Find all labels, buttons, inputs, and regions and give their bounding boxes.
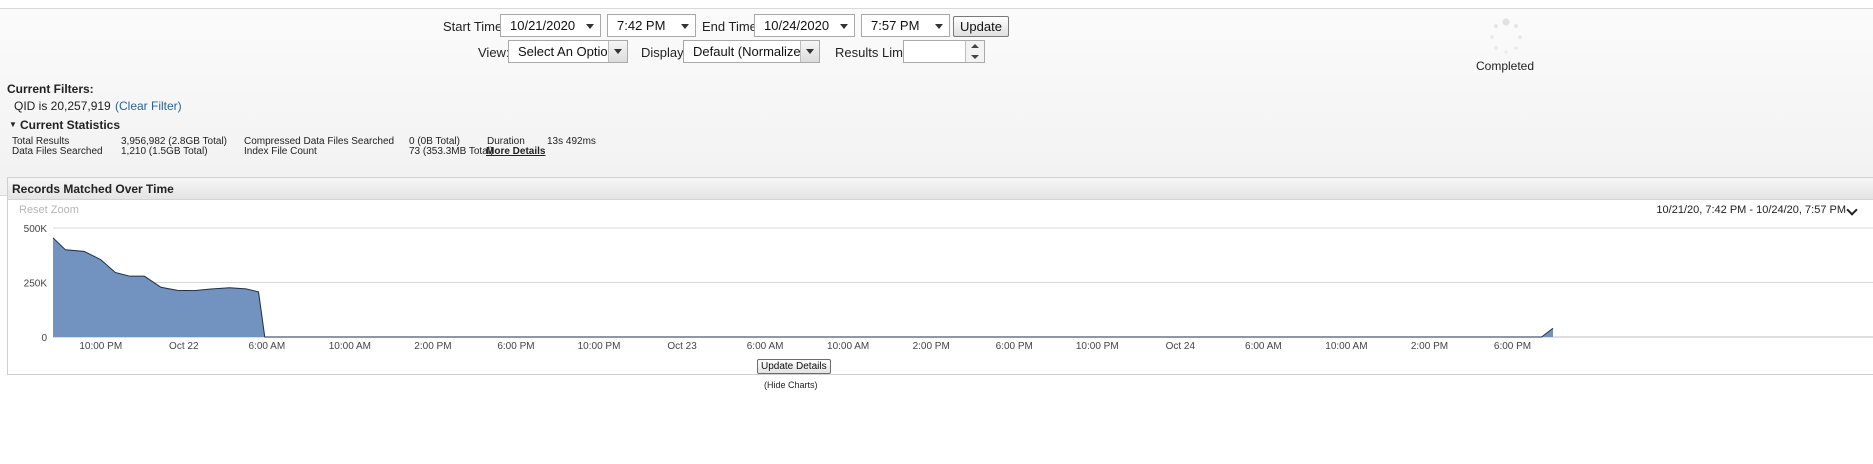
area-line xyxy=(52,237,1554,338)
x-tick-label: Oct 23 xyxy=(667,341,697,352)
x-tick-label: 2:00 PM xyxy=(414,341,451,352)
x-tick-label: 6:00 AM xyxy=(1245,341,1282,352)
x-tick-label: 6:00 PM xyxy=(1494,341,1531,352)
x-tick-label: 2:00 PM xyxy=(1411,341,1448,352)
x-tick-label: 2:00 PM xyxy=(913,341,950,352)
hide-charts-link[interactable]: (Hide Charts) xyxy=(764,380,818,390)
chart-series xyxy=(52,237,1554,338)
x-tick-label: 10:00 AM xyxy=(1325,341,1367,352)
records-area-chart: 0 250K 500K 10:00 PM Oct 22 6:00 AM 10:00 AM 2… xyxy=(24,224,1873,352)
chart-grid xyxy=(53,227,1873,338)
x-tick-label: 10:00 AM xyxy=(827,341,869,352)
x-tick-label: 6:00 AM xyxy=(747,341,784,352)
area-fill xyxy=(53,237,1553,337)
x-tick-label: Oct 22 xyxy=(169,341,199,352)
y-axis: 0 250K 500K xyxy=(24,224,48,344)
x-axis: 10:00 PM Oct 22 6:00 AM 10:00 AM 2:00 PM 6:00… xyxy=(79,341,1531,352)
x-tick-label: 10:00 PM xyxy=(79,341,122,352)
update-details-button[interactable]: Update Details xyxy=(757,359,831,374)
x-tick-label: 10:00 AM xyxy=(329,341,371,352)
y-tick-label: 0 xyxy=(41,333,47,344)
x-tick-label: 6:00 AM xyxy=(248,341,285,352)
y-tick-label: 500K xyxy=(24,224,48,235)
x-tick-label: Oct 24 xyxy=(1166,341,1196,352)
x-tick-label: 6:00 PM xyxy=(996,341,1033,352)
x-tick-label: 10:00 PM xyxy=(1076,341,1119,352)
x-tick-label: 10:00 PM xyxy=(578,341,621,352)
y-tick-label: 250K xyxy=(24,279,48,290)
x-tick-label: 6:00 PM xyxy=(497,341,534,352)
